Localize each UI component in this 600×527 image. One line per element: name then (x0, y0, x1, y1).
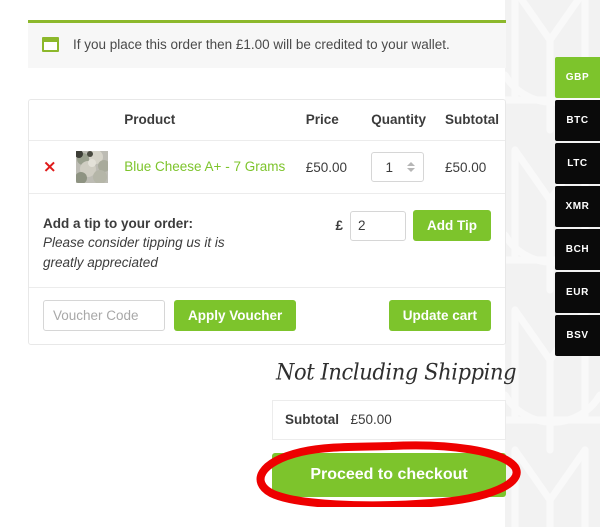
update-cart-button[interactable]: Update cart (388, 300, 491, 332)
apply-voucher-button[interactable]: Apply Voucher (174, 300, 297, 332)
voucher-code-input[interactable] (43, 300, 165, 332)
cart-table: Product Price Quantity Subtotal × Blue C… (29, 100, 505, 194)
currency-tab-bch[interactable]: BCH (555, 229, 600, 270)
subtotal-label: Subtotal (285, 412, 339, 427)
quantity-spinner-icon[interactable] (406, 160, 415, 175)
currency-tab-xmr[interactable]: XMR (555, 186, 600, 227)
header-remove (29, 100, 71, 141)
currency-tabs: GBP BTC LTC XMR BCH EUR BSV (555, 57, 600, 358)
checkout-button-wrapper: Proceed to checkout (256, 441, 521, 507)
cart-table-header-row: Product Price Quantity Subtotal (29, 100, 505, 141)
tip-amount-input[interactable] (350, 210, 406, 241)
subtotal-value: £50.00 (350, 412, 392, 427)
wallet-credit-notice-text: If you place this order then £1.00 will … (73, 37, 450, 52)
header-quantity: Quantity (365, 100, 439, 141)
currency-tab-bsv[interactable]: BSV (555, 315, 600, 356)
voucher-row: Apply Voucher Update cart (29, 288, 505, 344)
product-thumbnail-cell (70, 140, 119, 194)
add-tip-button[interactable]: Add Tip (413, 210, 491, 241)
quantity-stepper[interactable] (371, 152, 425, 182)
quantity-input[interactable] (372, 159, 407, 175)
remove-item-cell: × (29, 140, 71, 194)
cart-totals: Not Including Shipping Subtotal £50.00 P… (256, 359, 521, 507)
currency-tab-btc[interactable]: BTC (555, 100, 600, 141)
header-subtotal: Subtotal (438, 100, 505, 141)
totals-heading: Not Including Shipping (276, 359, 517, 385)
currency-tab-gbp[interactable]: GBP (555, 57, 600, 98)
wallet-credit-notice: If you place this order then £1.00 will … (28, 20, 506, 68)
currency-tab-eur[interactable]: EUR (555, 272, 600, 313)
wallet-card-icon (42, 37, 59, 53)
tip-title: Add a tip to your order: (43, 216, 193, 231)
proceed-to-checkout-button[interactable]: Proceed to checkout (272, 453, 506, 497)
table-row: × Blue Cheese A+ - 7 Grams £50.00 1 £50.… (29, 140, 505, 194)
subtotal-row: Subtotal £50.00 (273, 401, 506, 440)
product-thumbnail[interactable] (76, 151, 109, 183)
header-price: Price (299, 100, 366, 141)
tip-subtitle: Please consider tipping us it is greatly… (43, 235, 225, 270)
tip-copy: Add a tip to your order: Please consider… (43, 208, 335, 272)
tip-controls: £ Add Tip (335, 208, 491, 241)
tip-currency-symbol: £ (335, 218, 343, 233)
remove-item-button[interactable]: × (43, 158, 57, 176)
product-price: £50.00 (299, 140, 366, 194)
product-name-cell: Blue Cheese A+ - 7 Grams (118, 140, 300, 194)
cart-page: If you place this order then £1.00 will … (0, 0, 600, 527)
tip-row: Add a tip to your order: Please consider… (29, 194, 505, 289)
currency-tab-ltc[interactable]: LTC (555, 143, 600, 184)
product-subtotal: £50.00 (438, 140, 505, 194)
header-product: Product (118, 100, 300, 141)
product-name-link[interactable]: Blue Cheese A+ - 7 Grams (124, 158, 285, 176)
cart-card: Product Price Quantity Subtotal × Blue C… (28, 99, 506, 346)
header-thumbnail (70, 100, 119, 141)
product-quantity-cell (365, 140, 439, 194)
totals-table: Subtotal £50.00 (272, 400, 506, 440)
